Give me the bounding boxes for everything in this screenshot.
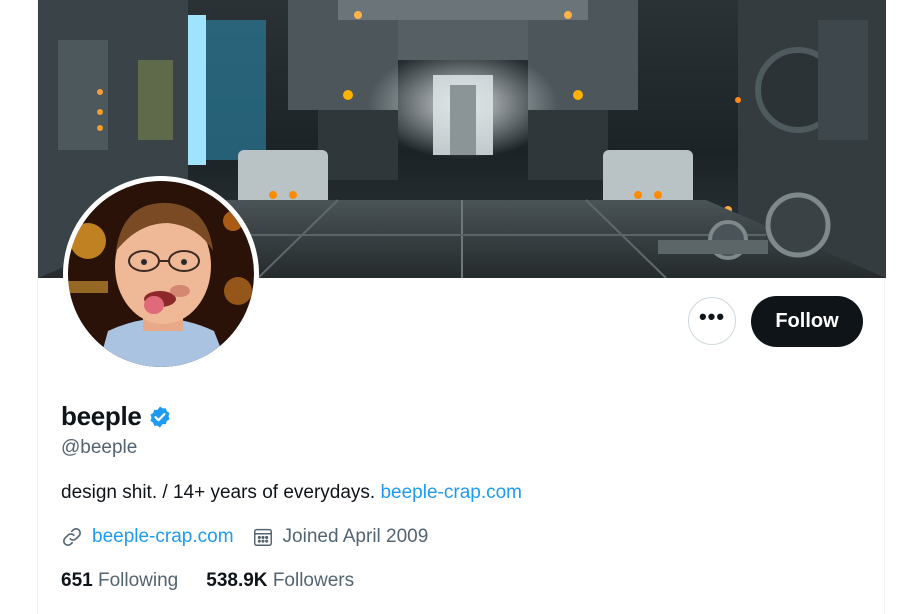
avatar[interactable]	[63, 176, 259, 372]
profile-meta: beeple-crap.com Joined April 2009	[61, 526, 446, 548]
website-item: beeple-crap.com	[61, 526, 234, 548]
display-name: beeple	[61, 401, 142, 431]
followers-count: 538.9K	[206, 570, 268, 591]
avatar-photo	[68, 181, 254, 367]
following-count: 651	[61, 570, 93, 591]
display-name-row: beeple	[61, 401, 172, 432]
bio-text: design shit. / 14+ years of everydays.	[61, 482, 381, 503]
follow-button[interactable]: Follow	[751, 296, 863, 347]
following-label: Following	[97, 570, 179, 591]
calendar-icon	[252, 526, 274, 548]
bio: design shit. / 14+ years of everydays. b…	[61, 482, 522, 504]
profile-header: ••• Follow beeple @beeple design shit. /…	[37, 0, 886, 614]
website-link[interactable]: beeple-crap.com	[92, 526, 234, 548]
more-horizontal-icon: •••	[698, 304, 726, 329]
followers-stat[interactable]: 538.9K Followers	[206, 570, 354, 592]
following-stat[interactable]: 651 Following	[61, 570, 178, 592]
link-icon	[61, 526, 83, 548]
followers-label: Followers	[272, 570, 355, 591]
joined-item: Joined April 2009	[252, 526, 429, 548]
verified-badge-icon	[148, 405, 172, 429]
bio-link[interactable]: beeple-crap.com	[380, 482, 522, 503]
more-options-button[interactable]: •••	[688, 297, 736, 345]
handle: @beeple	[61, 437, 138, 458]
joined-date: Joined April 2009	[282, 526, 429, 547]
follow-stats: 651 Following 538.9K Followers	[61, 570, 382, 592]
